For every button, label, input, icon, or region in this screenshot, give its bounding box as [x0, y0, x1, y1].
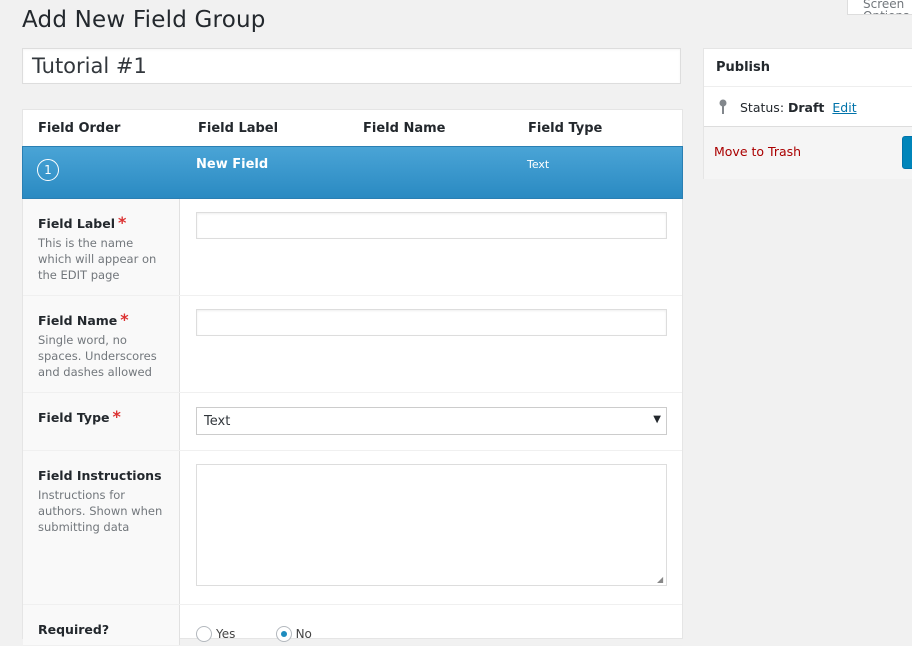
field-group-title-input[interactable]: Tutorial #1 [22, 48, 681, 84]
divider [704, 86, 912, 87]
field-row[interactable]: 1 New Field Text [22, 146, 683, 199]
field-row-type: Text [527, 158, 550, 171]
header-field-type: Field Type [528, 121, 603, 136]
required-yes-label[interactable]: Yes [216, 627, 235, 641]
page-title: Add New Field Group [22, 7, 266, 33]
required-no-label[interactable]: No [296, 627, 312, 641]
setting-title: Field Name [38, 313, 118, 328]
setting-row-required: Required? Yes No [23, 605, 682, 646]
setting-label-cell: Field Instructions Instructions for auth… [23, 451, 180, 604]
edit-status-link[interactable]: Edit [832, 100, 856, 115]
setting-title: Required? [38, 622, 110, 637]
status-value: Draft [788, 100, 825, 115]
chevron-down-icon: ▼ [653, 414, 661, 425]
setting-label-cell: Field Type * [23, 393, 180, 450]
setting-title: Field Label [38, 216, 115, 231]
field-settings: Field Label * This is the name which will… [23, 199, 682, 646]
setting-title: Field Instructions [38, 468, 162, 483]
field-type-select[interactable]: Text ▼ [196, 407, 667, 435]
field-type-selected: Text [204, 414, 231, 429]
screen-options-button[interactable]: Screen Options [847, 0, 912, 15]
setting-label-cell: Required? [23, 605, 180, 645]
required-marker: * [112, 407, 121, 426]
setting-title: Field Type [38, 410, 110, 425]
header-field-order: Field Order [38, 121, 121, 136]
required-marker: * [118, 213, 127, 232]
setting-label-cell: Field Name * Single word, no spaces. Unde… [23, 296, 180, 392]
setting-description: This is the name which will appear on th… [38, 236, 157, 282]
setting-row-field-type: Field Type * Text ▼ [23, 393, 682, 451]
publish-box: Publish Status: Draft Edit Move to Trash [703, 48, 912, 179]
setting-description: Instructions for authors. Shown when sub… [38, 488, 163, 534]
move-to-trash-link[interactable]: Move to Trash [714, 144, 801, 159]
pin-icon [719, 99, 727, 114]
status-label: Status: [739, 100, 785, 115]
fields-box: Field Order Field Label Field Name Field… [22, 109, 683, 646]
publish-status: Status: Draft Edit [718, 99, 857, 115]
fields-table-header: Field Order Field Label Field Name Field… [23, 110, 682, 147]
field-name-input[interactable] [196, 309, 667, 336]
setting-row-field-instructions: Field Instructions Instructions for auth… [23, 451, 682, 605]
setting-description: Single word, no spaces. Underscores and … [38, 333, 157, 379]
publish-actions: Move to Trash [704, 126, 912, 179]
header-field-name: Field Name [363, 121, 446, 136]
setting-row-field-name: Field Name * Single word, no spaces. Unde… [23, 296, 682, 393]
header-field-label: Field Label [198, 121, 279, 136]
resize-grip-icon[interactable]: ◢ [657, 576, 665, 584]
publish-title: Publish [716, 60, 770, 75]
publish-button[interactable] [902, 136, 912, 169]
field-instructions-textarea[interactable]: ◢ [196, 464, 667, 586]
field-label-input[interactable] [196, 212, 667, 239]
setting-label-cell: Field Label * This is the name which will… [23, 199, 180, 295]
required-marker: * [120, 310, 129, 329]
field-row-label[interactable]: New Field [196, 157, 268, 172]
setting-row-field-label: Field Label * This is the name which will… [23, 199, 682, 296]
field-order-badge[interactable]: 1 [37, 159, 59, 181]
